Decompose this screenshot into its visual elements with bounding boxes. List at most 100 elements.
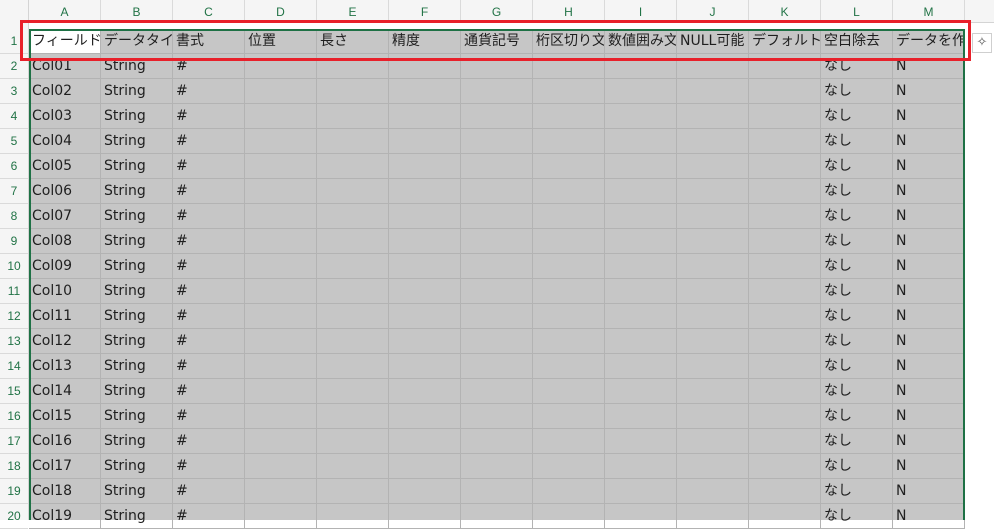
row-header-5[interactable]: 5	[0, 129, 28, 154]
table-cell[interactable]	[605, 154, 677, 179]
table-cell[interactable]	[677, 279, 749, 304]
table-cell[interactable]	[317, 54, 389, 79]
table-cell[interactable]	[677, 179, 749, 204]
row-header-10[interactable]: 10	[0, 254, 28, 279]
table-cell[interactable]: String	[101, 229, 173, 254]
column-header-k[interactable]: K	[749, 0, 821, 22]
table-cell[interactable]	[605, 329, 677, 354]
table-cell[interactable]: N	[893, 479, 965, 504]
table-cell[interactable]	[749, 204, 821, 229]
table-cell[interactable]: N	[893, 404, 965, 429]
row-header-6[interactable]: 6	[0, 154, 28, 179]
header-cell-j[interactable]: NULL可能	[677, 29, 749, 54]
table-cell[interactable]	[389, 404, 461, 429]
table-cell[interactable]	[749, 104, 821, 129]
table-cell[interactable]: String	[101, 354, 173, 379]
table-cell[interactable]	[533, 279, 605, 304]
header-cell-h[interactable]: 桁区切り文字	[533, 29, 605, 54]
table-cell[interactable]	[533, 79, 605, 104]
table-cell[interactable]	[677, 229, 749, 254]
table-cell[interactable]	[389, 154, 461, 179]
table-cell[interactable]	[389, 504, 461, 529]
column-header-g[interactable]: G	[461, 0, 533, 22]
table-cell[interactable]: String	[101, 329, 173, 354]
table-cell[interactable]	[677, 154, 749, 179]
table-cell[interactable]	[461, 229, 533, 254]
table-cell[interactable]	[245, 504, 317, 529]
table-cell[interactable]: N	[893, 454, 965, 479]
table-cell[interactable]: なし	[821, 479, 893, 504]
table-cell[interactable]	[317, 254, 389, 279]
table-cell[interactable]: N	[893, 254, 965, 279]
row-header-16[interactable]: 16	[0, 404, 28, 429]
header-cell-c[interactable]: 書式	[173, 29, 245, 54]
table-cell[interactable]	[389, 54, 461, 79]
table-cell[interactable]: #	[173, 229, 245, 254]
table-cell[interactable]	[677, 254, 749, 279]
table-cell[interactable]	[605, 304, 677, 329]
header-cell-i[interactable]: 数値囲み文字	[605, 29, 677, 54]
table-cell[interactable]: なし	[821, 229, 893, 254]
table-cell[interactable]	[461, 479, 533, 504]
table-cell[interactable]	[749, 154, 821, 179]
table-cell[interactable]: #	[173, 129, 245, 154]
table-cell[interactable]	[605, 254, 677, 279]
table-cell[interactable]	[461, 354, 533, 379]
table-cell[interactable]: なし	[821, 129, 893, 154]
header-cell-d[interactable]: 位置	[245, 29, 317, 54]
row-header-19[interactable]: 19	[0, 479, 28, 504]
table-cell[interactable]	[389, 429, 461, 454]
table-cell[interactable]: String	[101, 54, 173, 79]
table-cell[interactable]	[533, 154, 605, 179]
table-cell[interactable]	[389, 254, 461, 279]
row-header-13[interactable]: 13	[0, 329, 28, 354]
table-cell[interactable]	[605, 279, 677, 304]
header-cell-l[interactable]: 空白除去	[821, 29, 893, 54]
table-cell[interactable]	[245, 254, 317, 279]
table-cell[interactable]	[533, 454, 605, 479]
table-cell[interactable]: N	[893, 354, 965, 379]
table-cell[interactable]	[605, 379, 677, 404]
table-cell[interactable]	[245, 129, 317, 154]
header-cell-m[interactable]: データを作成	[893, 29, 965, 54]
table-cell[interactable]	[389, 479, 461, 504]
table-cell[interactable]	[533, 254, 605, 279]
table-cell[interactable]	[605, 79, 677, 104]
table-cell[interactable]: #	[173, 354, 245, 379]
column-header-f[interactable]: F	[389, 0, 461, 22]
table-cell[interactable]	[461, 379, 533, 404]
header-cell-b[interactable]: データタイプ	[101, 29, 173, 54]
table-cell[interactable]	[389, 204, 461, 229]
table-cell[interactable]	[245, 229, 317, 254]
table-cell[interactable]	[533, 204, 605, 229]
table-cell[interactable]: String	[101, 279, 173, 304]
table-cell[interactable]	[677, 504, 749, 529]
table-cell[interactable]	[317, 354, 389, 379]
table-cell[interactable]	[245, 154, 317, 179]
table-cell[interactable]: Col05	[29, 154, 101, 179]
table-cell[interactable]	[389, 354, 461, 379]
table-cell[interactable]	[605, 404, 677, 429]
table-cell[interactable]: String	[101, 379, 173, 404]
table-cell[interactable]	[245, 354, 317, 379]
table-cell[interactable]: なし	[821, 329, 893, 354]
table-cell[interactable]: なし	[821, 504, 893, 529]
table-cell[interactable]: Col09	[29, 254, 101, 279]
table-cell[interactable]	[389, 454, 461, 479]
table-cell[interactable]: なし	[821, 204, 893, 229]
table-cell[interactable]: N	[893, 204, 965, 229]
table-cell[interactable]: N	[893, 279, 965, 304]
table-cell[interactable]: Col18	[29, 479, 101, 504]
table-cell[interactable]: String	[101, 79, 173, 104]
table-cell[interactable]	[245, 54, 317, 79]
table-cell[interactable]: String	[101, 254, 173, 279]
header-cell-a[interactable]: フィールド名	[29, 29, 101, 54]
table-cell[interactable]	[749, 279, 821, 304]
table-cell[interactable]: なし	[821, 354, 893, 379]
table-cell[interactable]	[533, 54, 605, 79]
table-cell[interactable]	[605, 129, 677, 154]
table-cell[interactable]	[389, 79, 461, 104]
table-cell[interactable]	[749, 379, 821, 404]
table-cell[interactable]	[749, 504, 821, 529]
table-cell[interactable]	[677, 404, 749, 429]
